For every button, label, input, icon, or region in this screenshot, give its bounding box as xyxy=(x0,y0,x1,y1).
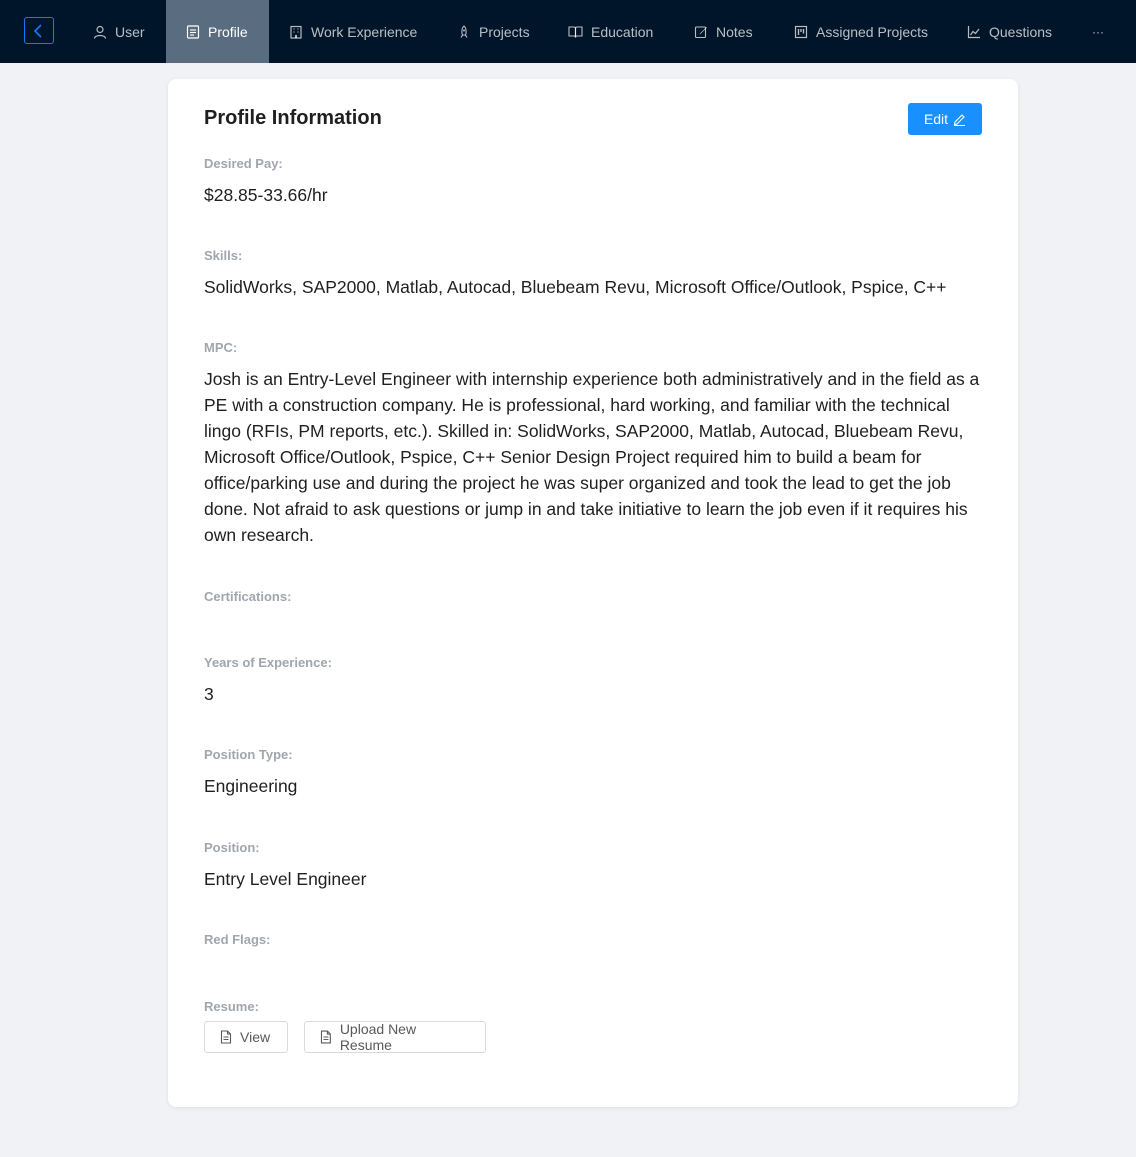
book-icon xyxy=(568,25,583,38)
nav-tab-work-experience-label: Work Experience xyxy=(311,23,418,40)
nav-tab-profile-label: Profile xyxy=(208,23,248,40)
years-of-experience-value: 3 xyxy=(204,684,214,704)
profile-icon xyxy=(186,24,200,39)
nav-tab-user-label: User xyxy=(115,23,145,40)
file-icon xyxy=(220,1030,232,1044)
rocket-icon xyxy=(460,24,468,38)
red-flags-label: Red Flags: xyxy=(204,932,271,947)
view-resume-label: View xyxy=(240,1029,271,1045)
mpc-value: Josh is an Entry-Level Engineer with int… xyxy=(204,369,980,545)
nav-tab-projects[interactable]: Projects xyxy=(440,0,547,63)
nav-tab-questions[interactable]: Questions xyxy=(950,0,1069,63)
nav-more-menu[interactable]: ··· xyxy=(1082,0,1114,63)
edit-icon xyxy=(694,25,707,38)
nav-tab-assigned-projects-label: Assigned Projects xyxy=(816,23,929,40)
position-type-value: Engineering xyxy=(204,776,298,796)
desired-pay-label: Desired Pay: xyxy=(204,156,283,171)
edit-button-label: Edit xyxy=(923,111,949,127)
nav-tab-education-label: Education xyxy=(591,23,654,40)
nav-tab-projects-label: Projects xyxy=(479,23,530,40)
desired-pay-value: $28.85-33.66/hr xyxy=(204,185,328,205)
position-value: Entry Level Engineer xyxy=(204,869,367,889)
chart-icon xyxy=(967,25,980,38)
position-type-label: Position Type: xyxy=(204,747,293,762)
certifications-label: Certifications: xyxy=(204,589,292,604)
skills-label: Skills: xyxy=(204,248,243,263)
nav-tab-work-experience[interactable]: Work Experience xyxy=(272,0,434,63)
upload-new-resume-button[interactable]: Upload New Resume xyxy=(304,1021,486,1053)
position-label: Position: xyxy=(204,840,260,855)
pencil-icon xyxy=(953,113,966,126)
nav-tab-notes-label: Notes xyxy=(716,23,753,40)
upload-new-resume-label: Upload New Resume xyxy=(339,1021,417,1053)
top-navigation-bar: User Profile Work Experience Projects Ed… xyxy=(0,0,1136,63)
project-icon xyxy=(794,25,808,38)
file-icon xyxy=(320,1030,331,1044)
nav-tab-profile[interactable]: Profile xyxy=(166,0,269,63)
nav-tab-user[interactable]: User xyxy=(76,0,162,63)
years-of-experience-label: Years of Experience: xyxy=(204,655,332,670)
nav-tab-questions-label: Questions xyxy=(989,23,1053,40)
resume-label: Resume: xyxy=(204,999,259,1014)
view-resume-button[interactable]: View xyxy=(204,1021,288,1053)
edit-button[interactable]: Edit xyxy=(908,103,982,135)
more-icon: ··· xyxy=(1092,24,1104,39)
skills-value: SolidWorks, SAP2000, Matlab, Autocad, Bl… xyxy=(204,277,947,297)
card-title: Profile Information xyxy=(204,107,382,129)
nav-tab-assigned-projects[interactable]: Assigned Projects xyxy=(777,0,945,63)
profile-information-card: Profile Information Edit Desired Pay: $2… xyxy=(168,79,1018,1107)
nav-tab-education[interactable]: Education xyxy=(551,0,670,63)
mpc-label: MPC: xyxy=(204,340,238,355)
back-button[interactable] xyxy=(24,17,54,44)
user-icon xyxy=(93,25,107,39)
nav-tab-notes[interactable]: Notes xyxy=(677,0,770,63)
chevron-left-icon xyxy=(33,23,42,38)
building-icon xyxy=(290,25,302,39)
